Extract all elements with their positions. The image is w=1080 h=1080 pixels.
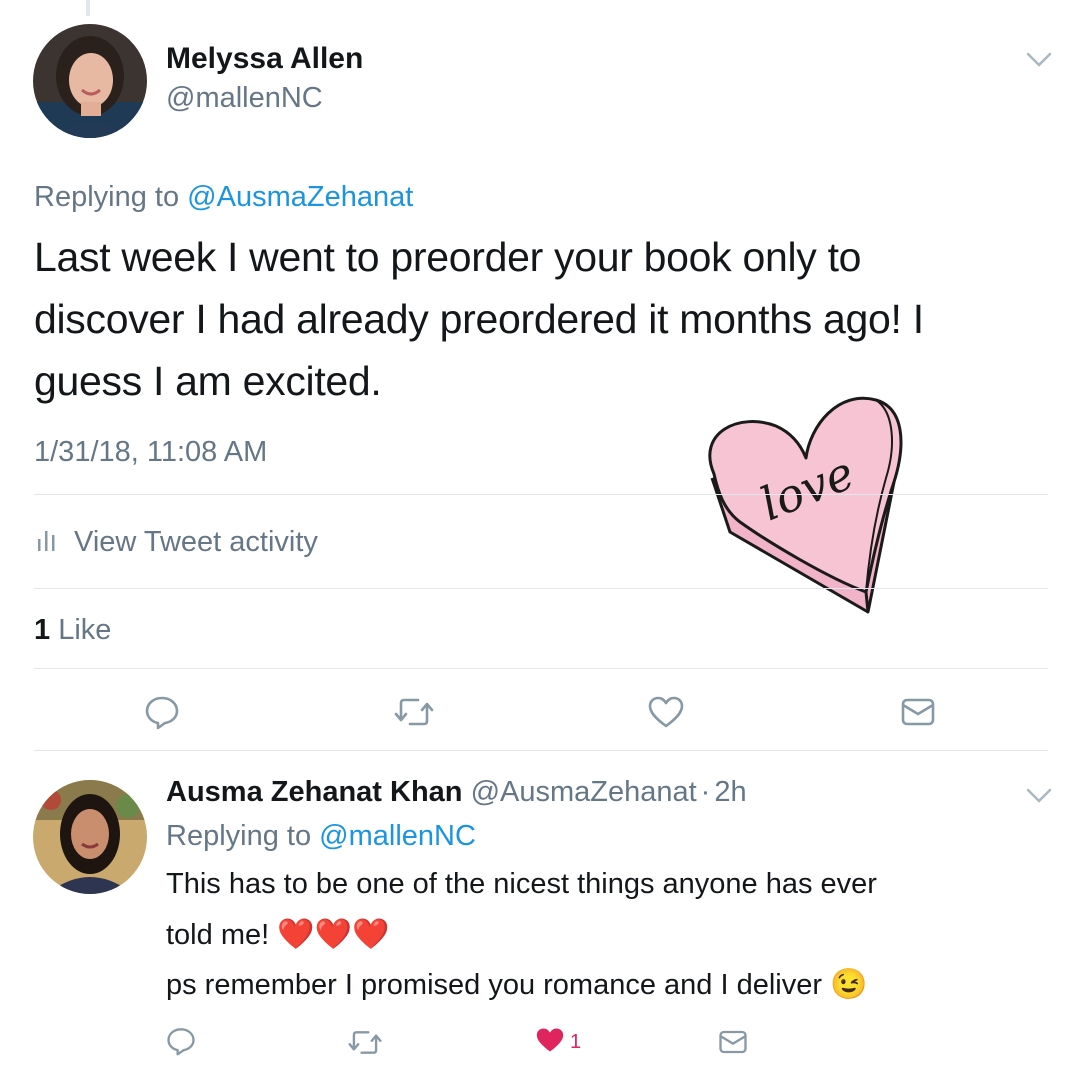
reply-replying-to: Replying to @mallenNC bbox=[166, 820, 476, 853]
replying-to-handle[interactable]: @AusmaZehanat bbox=[187, 181, 413, 213]
hearts-emoji: ❤️❤️❤️ bbox=[277, 918, 390, 951]
reply-like-count: 1 bbox=[570, 1031, 582, 1053]
reply-line-3: ps remember I promised you romance and I… bbox=[166, 960, 867, 1010]
likes-summary[interactable]: 1 Like bbox=[34, 614, 111, 647]
reply-author-name[interactable]: Ausma Zehanat Khan bbox=[166, 776, 463, 808]
wink-emoji: 😉 bbox=[830, 968, 868, 1001]
reply-author-avatar[interactable] bbox=[33, 780, 147, 894]
reply-icon[interactable] bbox=[164, 1024, 198, 1058]
thread-line bbox=[86, 0, 90, 16]
love-heart-sticker: love bbox=[698, 382, 912, 620]
divider bbox=[34, 750, 1048, 751]
replying-to: Replying to @AusmaZehanat bbox=[34, 181, 413, 214]
like-heart-icon[interactable] bbox=[646, 692, 686, 732]
reply-time[interactable]: 2h bbox=[714, 776, 746, 808]
heart-filled-icon bbox=[534, 1026, 566, 1059]
reply-replying-to-handle[interactable]: @mallenNC bbox=[319, 820, 476, 852]
divider bbox=[34, 668, 1048, 669]
direct-message-icon[interactable] bbox=[716, 1026, 750, 1058]
retweet-icon[interactable] bbox=[346, 1026, 384, 1058]
chevron-down-icon[interactable] bbox=[1026, 788, 1052, 804]
reply-replying-to-label: Replying to bbox=[166, 820, 312, 852]
reply-like-button[interactable]: 1 bbox=[534, 1026, 581, 1059]
tweet-timestamp: 1/31/18, 11:08 AM bbox=[34, 436, 268, 468]
reply-line-2: told me! ❤️❤️❤️ bbox=[166, 910, 389, 960]
view-tweet-activity-label: View Tweet activity bbox=[74, 526, 318, 558]
author-handle[interactable]: @mallenNC bbox=[166, 82, 323, 115]
reply-separator: · bbox=[700, 776, 711, 808]
author-name[interactable]: Melyssa Allen bbox=[166, 42, 363, 76]
view-tweet-activity[interactable]: View Tweet activity bbox=[36, 526, 318, 559]
divider bbox=[34, 494, 1048, 495]
retweet-icon[interactable] bbox=[392, 692, 436, 732]
replying-to-label: Replying to bbox=[34, 181, 180, 213]
author-avatar[interactable] bbox=[33, 24, 147, 138]
likes-label: Like bbox=[58, 614, 112, 646]
reply-author-handle[interactable]: @AusmaZehanat bbox=[471, 776, 697, 808]
reply-header: Ausma Zehanat Khan @AusmaZehanat · 2h bbox=[166, 776, 747, 809]
divider bbox=[34, 588, 1048, 589]
reply-line-1: This has to be one of the nicest things … bbox=[166, 868, 877, 900]
direct-message-icon[interactable] bbox=[898, 694, 938, 730]
reply-line-3-text: ps remember I promised you romance and I… bbox=[166, 969, 823, 1001]
chevron-down-icon[interactable] bbox=[1026, 52, 1052, 68]
reply-line-2-text: told me! bbox=[166, 919, 270, 951]
activity-bars-icon bbox=[36, 526, 60, 559]
likes-count: 1 bbox=[34, 614, 51, 646]
reply-icon[interactable] bbox=[142, 692, 182, 732]
